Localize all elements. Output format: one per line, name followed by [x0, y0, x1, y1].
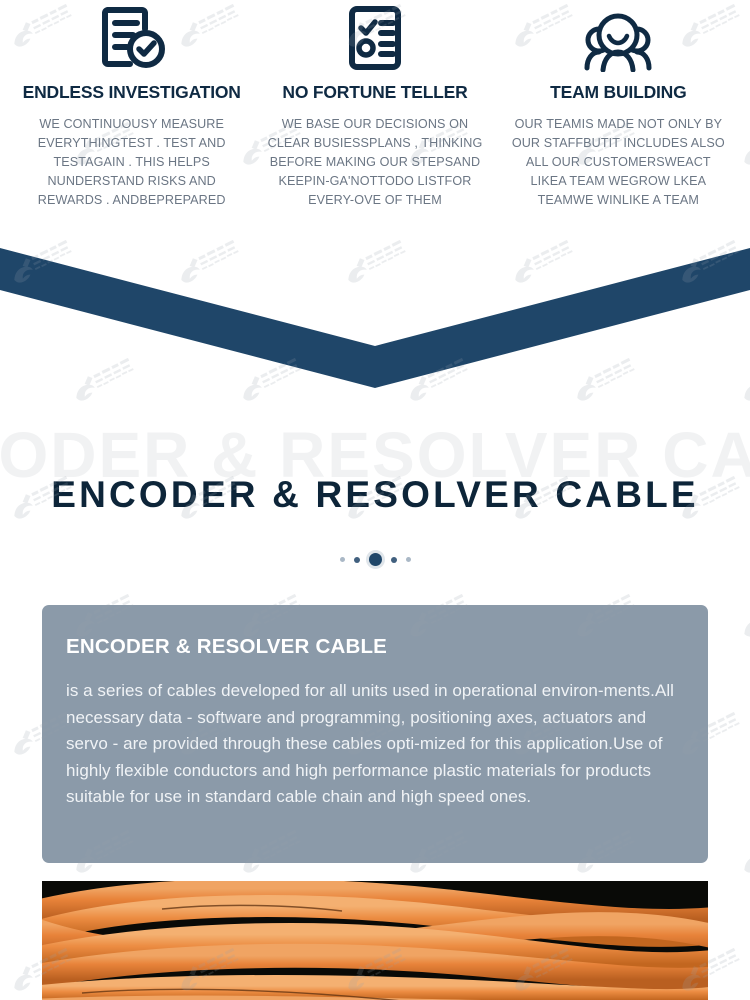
checklist-icon: [345, 0, 405, 72]
product-page: ENDLESS INVESTIGATION WE CONTINUOUSY MEA…: [0, 0, 750, 1000]
feature-column-no-fortune-teller: NO FORTUNE TELLER WE BASE OUR DECISIONS …: [253, 0, 496, 248]
feature-body: WE BASE OUR DECISIONS ON CLEAR BUSIESSPL…: [267, 117, 483, 207]
product-photo: [42, 881, 708, 1000]
hero-section: ENCODER & RESOLVER CABLE ENCODER & RESOL…: [0, 400, 750, 580]
carousel-dot-5[interactable]: [405, 557, 411, 562]
feature-column-team-building: TEAM BUILDING OUR TEAMIS MADE NOT ONLY B…: [497, 0, 740, 248]
carousel-dot-4[interactable]: [390, 556, 397, 563]
features-section: ENDLESS INVESTIGATION WE CONTINUOUSY MEA…: [0, 0, 750, 248]
team-group-icon: [579, 0, 657, 72]
feature-body: WE CONTINUOUSY MEASURE EVERYTHINGTEST . …: [37, 117, 226, 207]
document-check-icon: [96, 0, 168, 72]
feature-body: OUR TEAMIS MADE NOT ONLY BY OUR STAFFBUT…: [511, 117, 725, 207]
carousel-dot-2[interactable]: [353, 556, 360, 563]
watermark-logo-icon: [734, 825, 750, 887]
feature-title: NO FORTUNE TELLER: [282, 82, 468, 102]
carousel-dot-3-active[interactable]: [368, 553, 382, 566]
chevron-divider-band: [0, 248, 750, 388]
product-description-card: ENCODER & RESOLVER CABLE is a series of …: [42, 605, 708, 863]
carousel-dots[interactable]: [0, 553, 750, 566]
page-title: ENCODER & RESOLVER CABLE: [51, 474, 699, 515]
feature-column-endless-investigation: ENDLESS INVESTIGATION WE CONTINUOUSY MEA…: [10, 0, 253, 248]
watermark-logo-icon: [734, 589, 750, 651]
carousel-dot-1[interactable]: [339, 557, 345, 562]
description-body: is a series of cables developed for all …: [66, 681, 674, 806]
description-title: ENCODER & RESOLVER CABLE: [66, 635, 388, 658]
feature-title: TEAM BUILDING: [550, 82, 687, 102]
feature-title: ENDLESS INVESTIGATION: [22, 82, 241, 102]
